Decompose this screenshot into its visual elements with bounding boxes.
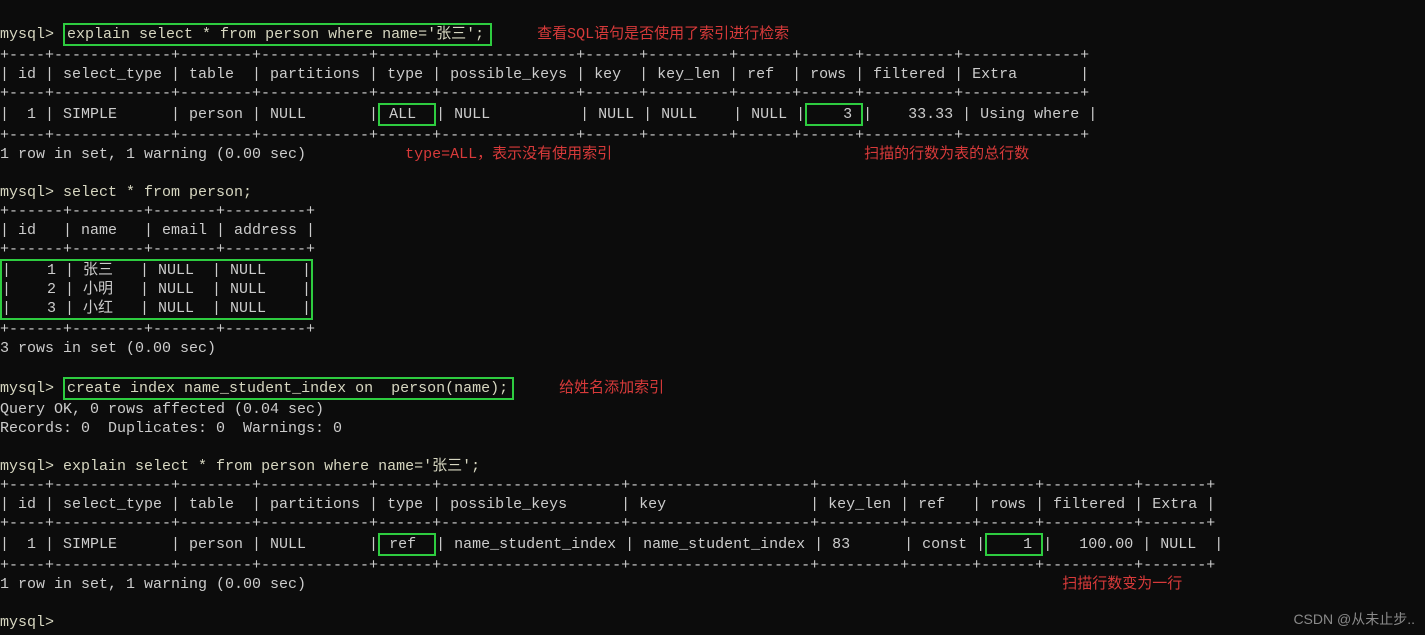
- annotation-rows-total: 扫描的行数为表的总行数: [864, 146, 1029, 163]
- t3-row-pre: | 1 | SIMPLE | person | NULL |: [0, 536, 378, 553]
- rowset-1: 1 row in set, 1 warning (0.00 sec): [0, 146, 306, 163]
- cmd-create-index: create index name_student_index on perso…: [67, 380, 508, 397]
- t3-header: | id | select_type | table | partitions …: [0, 496, 1215, 513]
- t3-border-bot: +----+-------------+--------+-----------…: [0, 557, 1215, 574]
- prompt: mysql>: [0, 458, 54, 475]
- t1-header: | id | select_type | table | partitions …: [0, 66, 1089, 83]
- annotation-type-all: type=ALL，表示没有使用索引: [405, 146, 612, 163]
- prompt-empty: mysql>: [0, 614, 54, 631]
- t1-row-post: | 33.33 | Using where |: [863, 106, 1097, 123]
- t2-row-2: | 2 | 小明 | NULL | NULL |: [2, 281, 311, 298]
- prompt: mysql>: [0, 184, 54, 201]
- watermark: CSDN @从未止步..: [1293, 610, 1415, 629]
- rowset-3: 1 row in set, 1 warning (0.00 sec): [0, 576, 306, 593]
- t2-border-mid: +------+--------+-------+---------+: [0, 241, 315, 258]
- t2-header: | id | name | email | address |: [0, 222, 315, 239]
- query-records: Records: 0 Duplicates: 0 Warnings: 0: [0, 420, 342, 437]
- t3-type-cell: ref: [378, 533, 436, 556]
- t3-border-top: +----+-------------+--------+-----------…: [0, 477, 1215, 494]
- t2-row-3: | 3 | 小红 | NULL | NULL |: [2, 300, 311, 317]
- annotation-check-index: 查看SQL语句是否使用了索引进行检索: [537, 26, 789, 43]
- t3-row-post: | 100.00 | NULL |: [1043, 536, 1223, 553]
- t2-border-bot: +------+--------+-------+---------+: [0, 321, 315, 338]
- prompt: mysql>: [0, 26, 54, 43]
- annotation-rows-one: 扫描行数变为一行: [1062, 576, 1182, 593]
- t1-row-mid: | NULL | NULL | NULL | NULL |: [436, 106, 805, 123]
- t1-border-top: +----+-------------+--------+-----------…: [0, 47, 1089, 64]
- t1-rows-cell: 3: [805, 103, 863, 126]
- t3-rows-cell: 1: [985, 533, 1043, 556]
- t2-border-top: +------+--------+-------+---------+: [0, 203, 315, 220]
- t1-border-mid: +----+-------------+--------+-----------…: [0, 85, 1089, 102]
- cmd-explain-2: explain select * from person where name=…: [63, 458, 480, 475]
- cmd-explain-1: explain select * from person where name=…: [67, 26, 484, 43]
- t2-row-1: | 1 | 张三 | NULL | NULL |: [2, 262, 311, 279]
- t1-type-cell: ALL: [378, 103, 436, 126]
- terminal[interactable]: mysql> explain select * from person wher…: [0, 0, 1425, 632]
- t1-row-pre: | 1 | SIMPLE | person | NULL |: [0, 106, 378, 123]
- rowset-2: 3 rows in set (0.00 sec): [0, 340, 216, 357]
- t1-border-bot: +----+-------------+--------+-----------…: [0, 127, 1089, 144]
- query-ok: Query OK, 0 rows affected (0.04 sec): [0, 401, 324, 418]
- prompt: mysql>: [0, 380, 54, 397]
- cmd-select: select * from person;: [63, 184, 252, 201]
- t3-border-mid: +----+-------------+--------+-----------…: [0, 515, 1215, 532]
- annotation-add-index: 给姓名添加索引: [559, 380, 664, 397]
- t3-row-mid: | name_student_index | name_student_inde…: [436, 536, 985, 553]
